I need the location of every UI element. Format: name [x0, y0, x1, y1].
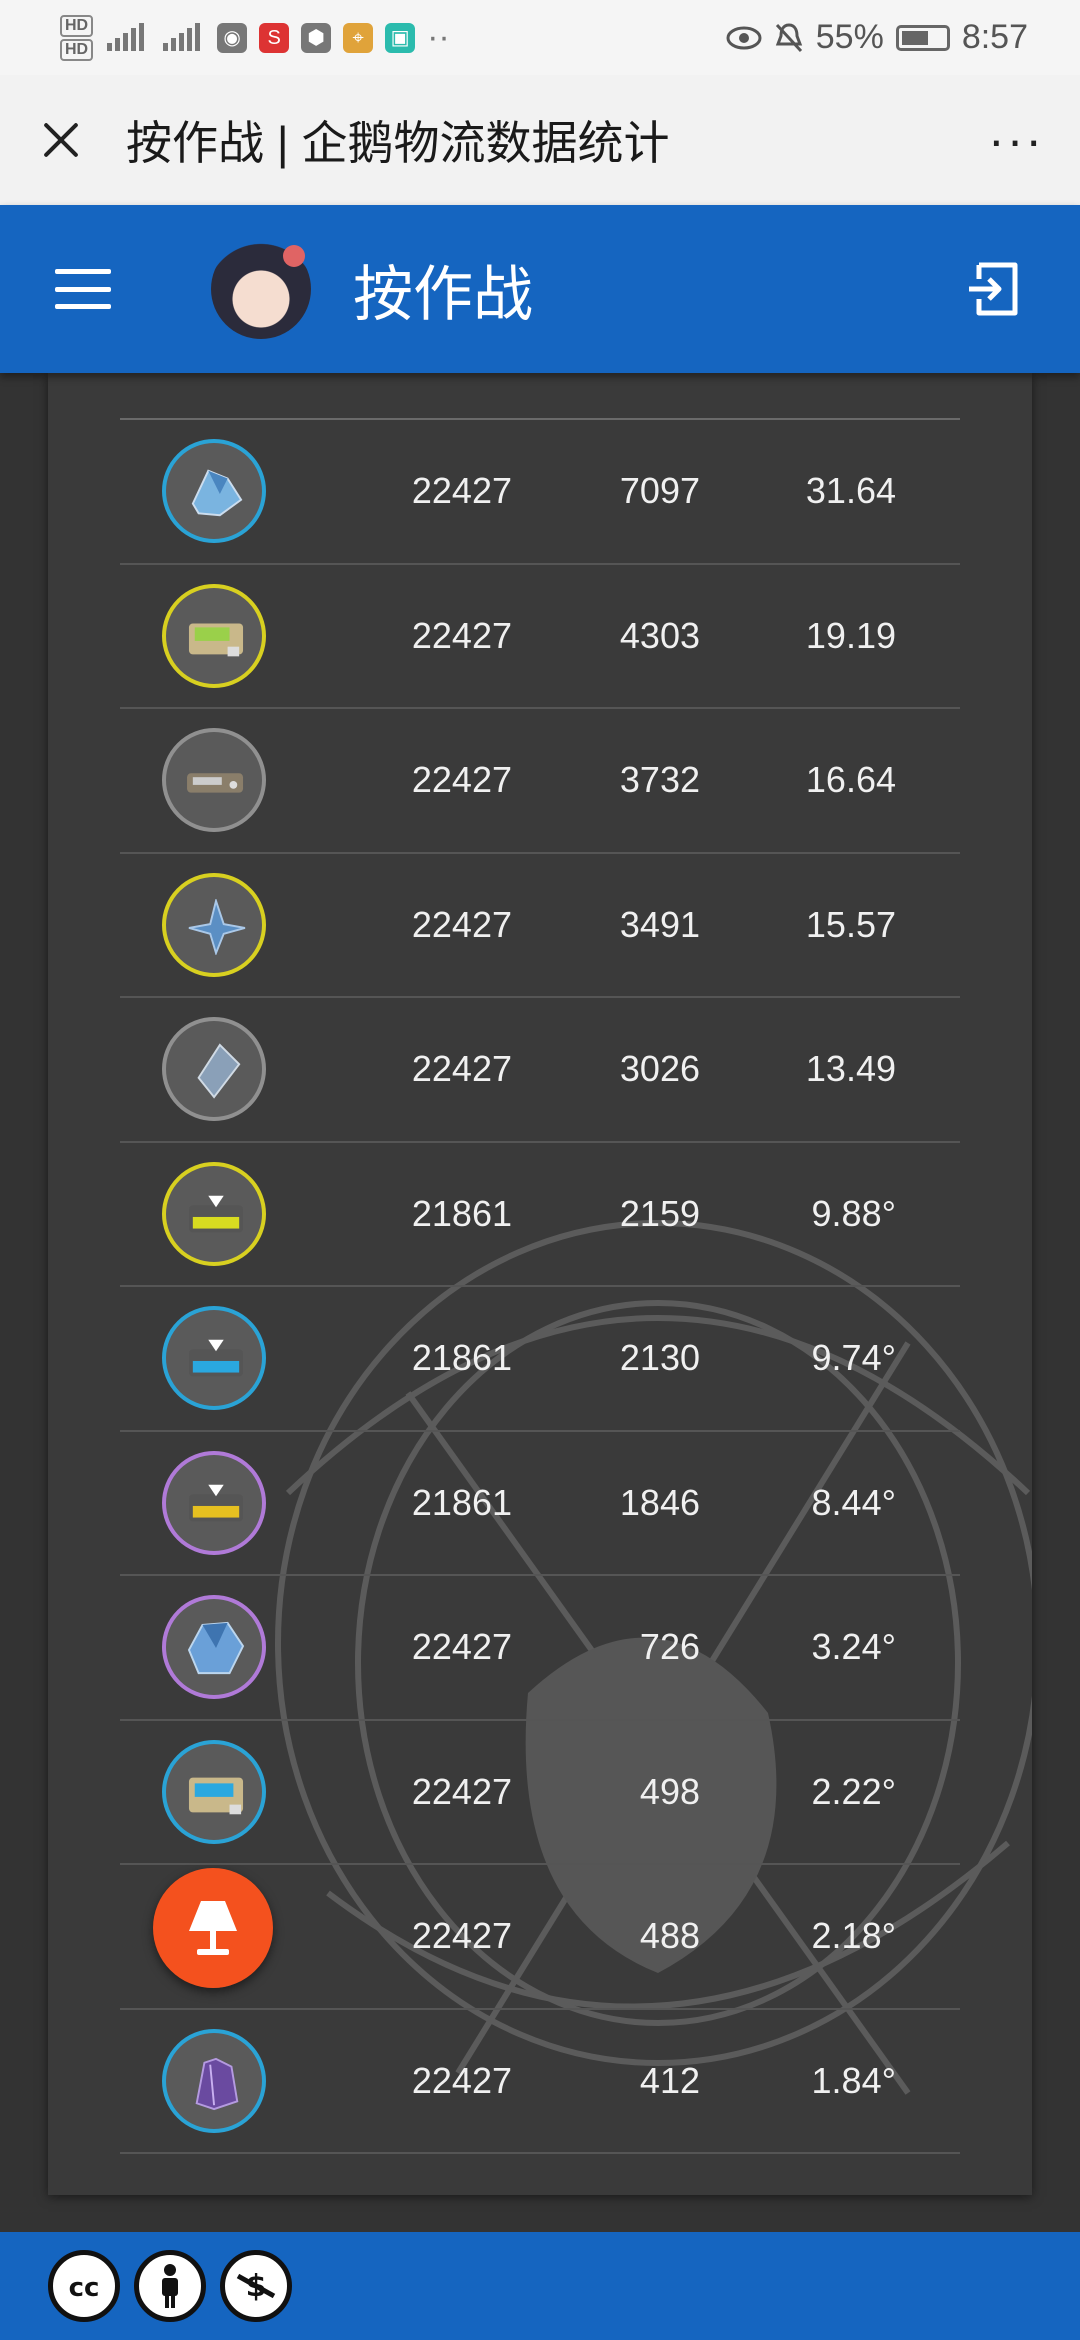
- rate-cell: 9.74°: [811, 1337, 896, 1379]
- table-row[interactable]: 22427 7097 31.64: [120, 420, 960, 565]
- times-cell: 22427: [411, 614, 512, 656]
- times-cell: 22427: [411, 1048, 512, 1090]
- wechat-icon: ◉: [217, 22, 248, 53]
- times-cell: 22427: [411, 470, 512, 512]
- times-cell: 22427: [411, 2059, 512, 2101]
- mute-bell-icon: [775, 22, 802, 52]
- times-cell: 22427: [411, 759, 512, 801]
- times-cell: 22427: [411, 1915, 512, 1957]
- table-row[interactable]: 21861 2130 9.74°: [120, 1287, 960, 1432]
- signal-1-icon: [107, 22, 145, 51]
- rate-cell: 19.19: [805, 614, 896, 656]
- hd1-badge: HD: [60, 14, 94, 37]
- rate-cell: 15.57: [805, 903, 896, 945]
- table-row[interactable]: 22427 726 3.24°: [120, 1576, 960, 1721]
- rate-cell: 31.64: [805, 470, 896, 512]
- rate-cell: 2.22°: [811, 1770, 896, 1812]
- lamp-icon: [189, 1901, 237, 1955]
- green-device-icon[interactable]: [162, 583, 266, 688]
- rate-cell: 2.18°: [811, 1915, 896, 1957]
- table-row[interactable]: 22427 3026 13.49: [120, 998, 960, 1143]
- avatar[interactable]: [211, 239, 311, 339]
- table-row[interactable]: 22427 412 1.84°: [120, 2010, 960, 2154]
- blue-device-icon[interactable]: [162, 1739, 266, 1844]
- rate-cell: 8.44°: [811, 1481, 896, 1523]
- status-bar: HD HD ◉ S ⬢ ⌖ ▣ ·· 55% 8:57: [0, 0, 1080, 75]
- logout-icon[interactable]: [965, 259, 1025, 319]
- close-icon[interactable]: [36, 115, 86, 165]
- status-right: 55% 8:57: [726, 18, 1028, 57]
- license-footer: cc $: [0, 2232, 1080, 2340]
- large-blue-crystal-icon[interactable]: [162, 1595, 266, 1700]
- eye-icon: [726, 26, 762, 49]
- blue-crystal-star-icon[interactable]: [162, 872, 266, 977]
- battery-percent: 55%: [815, 18, 884, 56]
- person-glyph: [162, 2264, 178, 2308]
- more-options-button[interactable]: ···: [988, 115, 1044, 165]
- hd2-badge: HD: [60, 38, 94, 61]
- rate-cell: 1.84°: [811, 2059, 896, 2101]
- rate-cell: 3.24°: [811, 1626, 896, 1668]
- signal-2-icon: [163, 22, 201, 51]
- quantity-cell: 3491: [619, 903, 700, 945]
- app-header: 按作战: [0, 205, 1080, 373]
- quantity-cell: 498: [639, 1770, 700, 1812]
- purple-crystal-icon[interactable]: [162, 2028, 266, 2133]
- bili-icon: ▣: [385, 22, 416, 53]
- rate-cell: 16.64: [805, 759, 896, 801]
- quantity-cell: 1846: [619, 1481, 700, 1523]
- theme-lamp-button[interactable]: [153, 1868, 273, 1988]
- no-dollar-glyph: $: [236, 2269, 276, 2304]
- gray-crystal-shard-icon[interactable]: [162, 1017, 266, 1122]
- menu-icon[interactable]: [55, 269, 111, 309]
- quantity-cell: 3026: [619, 1048, 700, 1090]
- webview-title-bar: 按作战 | 企鹅物流数据统计 ···: [0, 75, 1080, 205]
- clock: 8:57: [961, 18, 1028, 56]
- blue-chip-icon[interactable]: [162, 1306, 266, 1411]
- table-row[interactable]: 22427 3491 15.57: [120, 854, 960, 998]
- non-commercial-icon[interactable]: $: [220, 2250, 292, 2322]
- quantity-cell: 3732: [619, 759, 700, 801]
- maps-icon: ⌖: [343, 22, 374, 53]
- table-row[interactable]: 22427 3732 16.64: [120, 709, 960, 854]
- attribution-icon[interactable]: [134, 2250, 206, 2322]
- quantity-cell: 726: [639, 1626, 700, 1668]
- times-cell: 21861: [411, 1192, 512, 1234]
- table-row[interactable]: 21861 1846 8.44°: [120, 1432, 960, 1576]
- table-row[interactable]: 22427 498 2.22°: [120, 1721, 960, 1865]
- quantity-cell: 4303: [619, 614, 700, 656]
- table-row[interactable]: 22427 4303 19.19: [120, 565, 960, 709]
- page-title: 按作战 | 企鹅物流数据统计: [126, 117, 670, 169]
- svg-text:cc: cc: [69, 2273, 100, 2303]
- cc-license-icon[interactable]: cc: [48, 2250, 120, 2322]
- hd-indicators: HD HD: [60, 14, 94, 61]
- times-cell: 21861: [411, 1337, 512, 1379]
- rate-cell: 9.88°: [811, 1192, 896, 1234]
- gold-chip-icon[interactable]: [162, 1450, 266, 1555]
- blue-crystal-cluster-icon[interactable]: [162, 439, 266, 544]
- times-cell: 22427: [411, 1770, 512, 1812]
- status-left: HD HD ◉ S ⬢ ⌖ ▣ ··: [60, 14, 450, 61]
- quantity-cell: 412: [639, 2059, 700, 2101]
- yellow-chip-icon[interactable]: [162, 1161, 266, 1266]
- sina-icon: S: [259, 22, 290, 53]
- quantity-cell: 488: [639, 1915, 700, 1957]
- more-notifications-icon: ··: [427, 18, 450, 56]
- cc-glyph: cc: [69, 2273, 100, 2303]
- rate-cell: 13.49: [805, 1048, 896, 1090]
- quantity-cell: 2130: [619, 1337, 700, 1379]
- header-title: 按作战: [353, 260, 533, 328]
- times-cell: 21861: [411, 1481, 512, 1523]
- times-cell: 22427: [411, 903, 512, 945]
- times-cell: 22427: [411, 1626, 512, 1668]
- gray-device-icon[interactable]: [162, 728, 266, 833]
- quantity-cell: 2159: [619, 1192, 700, 1234]
- table-row[interactable]: 21861 2159 9.88°: [120, 1143, 960, 1287]
- quantity-cell: 7097: [619, 470, 700, 512]
- hex-app-icon: ⬢: [301, 22, 332, 53]
- battery-icon: [895, 24, 950, 51]
